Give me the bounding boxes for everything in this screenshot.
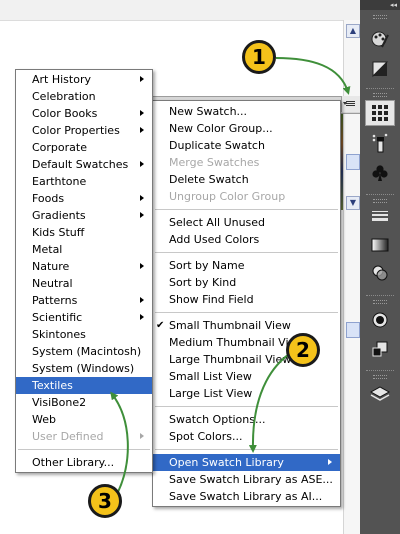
arrow-to-open-library bbox=[248, 351, 293, 453]
callout-3: 3 bbox=[88, 484, 122, 518]
callout-2: 2 bbox=[286, 333, 320, 367]
arrow-to-textiles bbox=[110, 391, 129, 493]
annotation-arrows bbox=[110, 57, 351, 493]
arrow-to-panel-menu bbox=[275, 57, 351, 95]
callout-1: 1 bbox=[242, 40, 276, 74]
